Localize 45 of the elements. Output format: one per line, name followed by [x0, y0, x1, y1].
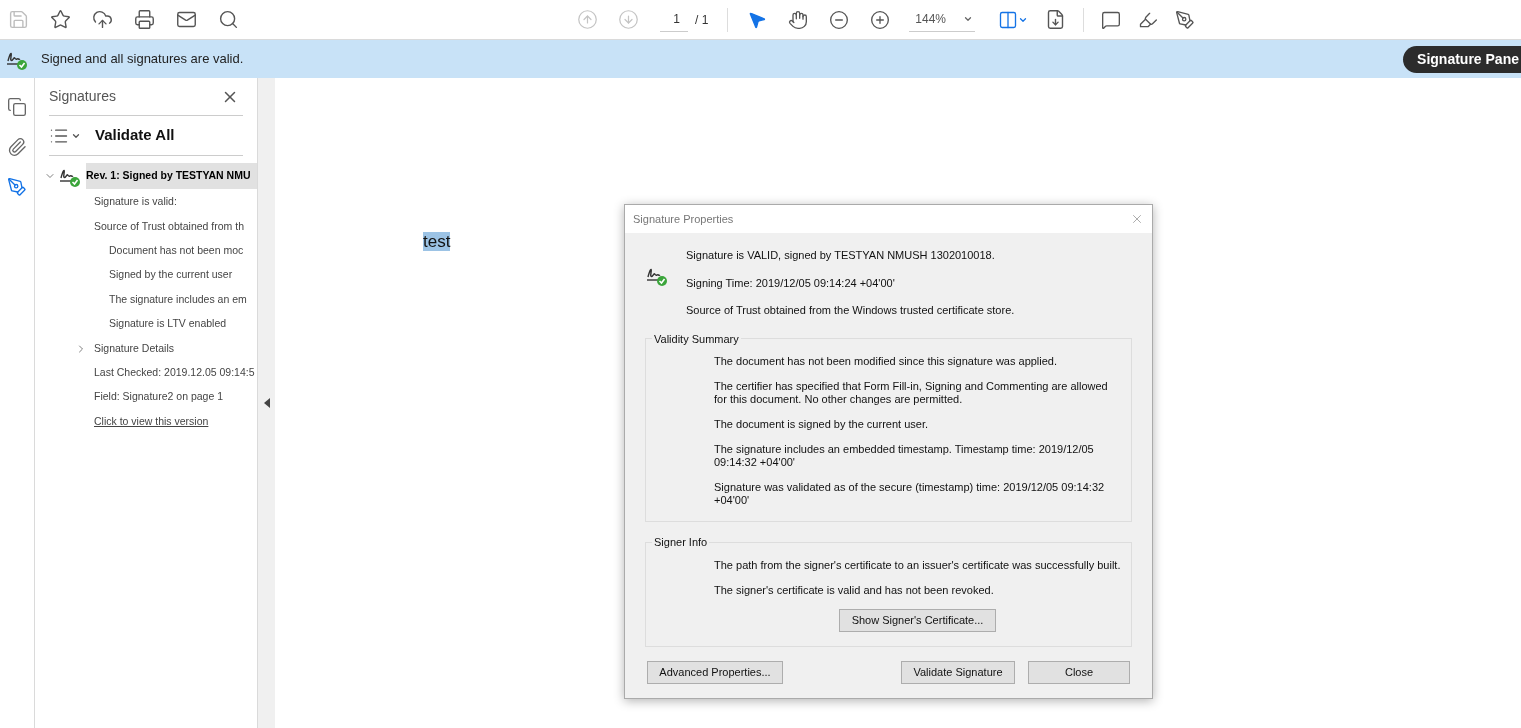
status-text: The document is signed by the current user.	[714, 418, 929, 431]
tree-item-text: Last Checked: 2019.12.05 09:14:5	[94, 365, 255, 381]
show-certificate-button[interactable]: Show Signer's Certificate...	[838, 608, 997, 632]
zoom-dropdown[interactable]: 144%	[909, 7, 976, 32]
pen-icon[interactable]	[7, 177, 27, 197]
summary-line: Source of Trust obtained from the Windows trusted certificate store.	[686, 303, 1015, 318]
signature-tree-item[interactable]: Rev. 1: Signed by TESTYAN NMU	[86, 163, 257, 189]
status-text: The document has not been modified since this signature was applied.	[714, 355, 1059, 368]
dialog-title: Signature Properties	[633, 211, 734, 227]
status-text: The certifier has specified that Form Fill-in, Signing and Commenting are allowed for this document. No other changes are permitted.	[714, 380, 1109, 406]
status-text: The signer's certificate is valid and has not been revoked.	[714, 583, 995, 597]
group-title: Validity Summary	[653, 331, 740, 347]
collapse-icon[interactable]	[263, 398, 270, 408]
panel-title: Signatures	[49, 87, 116, 106]
comment-icon[interactable]	[1101, 9, 1122, 30]
tree-item-text: Field: Signature2 on page 1	[94, 389, 223, 405]
group-title: Signer Info	[653, 535, 709, 550]
tree-item-text: Document has not been moc	[109, 243, 244, 259]
page-count: / 1	[695, 11, 709, 29]
advanced-properties-button[interactable]: Advanced Properties...	[647, 660, 783, 684]
pen-icon[interactable]	[1175, 9, 1196, 30]
print-icon[interactable]	[132, 7, 156, 32]
tree-item-text: Signature Details	[94, 340, 174, 356]
document-text: test	[423, 232, 451, 251]
page-number-field[interactable]: 1	[660, 7, 688, 32]
tree-item-text: Signature is LTV enabled	[109, 316, 227, 332]
tree-item-text: Source of Trust obtained from th	[94, 218, 244, 234]
validate-signature-button[interactable]: Validate Signature	[901, 660, 1015, 684]
status-text: The path from the signer's certificate to an issuer's certificate was successfully built.	[714, 558, 1121, 572]
tree-item-text: Signature is valid:	[94, 194, 177, 210]
fit-page-icon[interactable]	[998, 9, 1029, 30]
pages-icon[interactable]	[7, 97, 27, 117]
status-text: Signature was validated as of the secure (timestamp) time: 2019/12/05 09:14:32 +04'00'	[714, 481, 1106, 507]
view-version-link[interactable]: Click to view this version	[94, 413, 209, 430]
signature-panel-button[interactable]: Signature Pane	[1403, 45, 1521, 73]
summary-line: Signing Time: 2019/12/05 09:14:24 +04'00'	[686, 275, 896, 291]
message-text: Signed and all signatures are valid.	[41, 50, 244, 69]
validate-all-label[interactable]: Validate All	[95, 124, 175, 147]
caret-icon	[963, 14, 974, 24]
paperclip-icon[interactable]	[7, 137, 27, 157]
summary-line: Signature is VALID, signed by TESTYAN NMUSH 1302010018.	[686, 248, 996, 263]
tree-item-text: Signed by the current user	[109, 267, 233, 283]
close-button[interactable]: Close	[1028, 660, 1130, 684]
status-text: The signature includes an embedded timestamp. Timestamp time: 2019/12/05 09:14:32 +04'00'	[714, 443, 1095, 469]
tree-item-text: The signature includes an em	[109, 291, 247, 307]
